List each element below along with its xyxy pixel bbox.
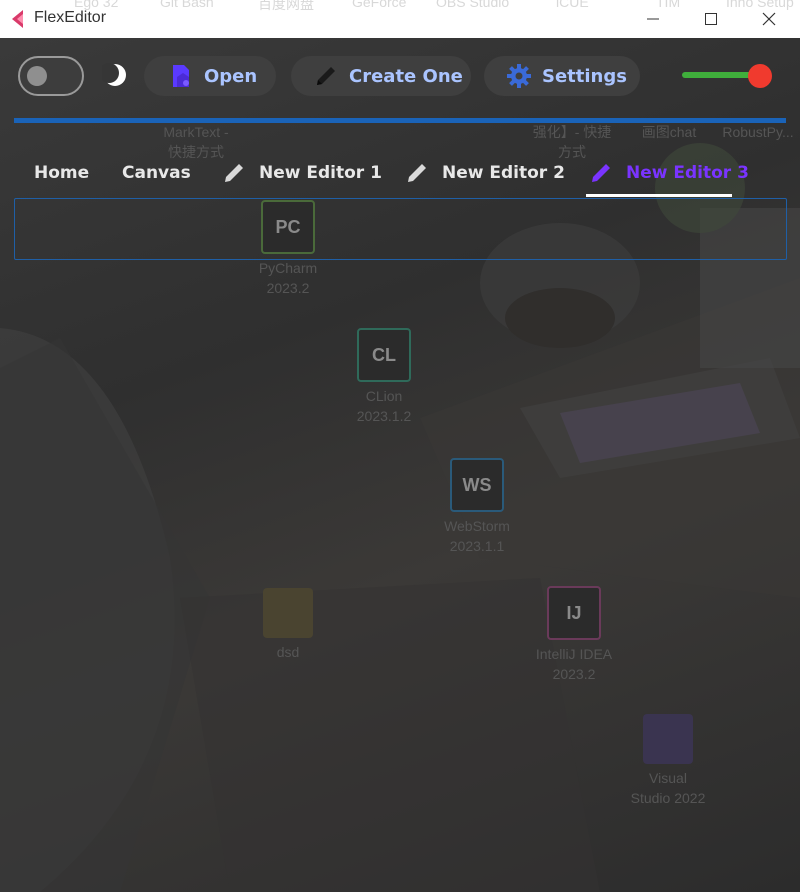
tab-new-editor-2[interactable]: New Editor 2 [404,150,565,196]
settings-button-label: Settings [542,65,627,87]
app-logo-icon [12,10,23,28]
maximize-button[interactable] [688,0,734,38]
desktop-icon: CL CLion 2023.1.2 [344,328,424,426]
create-one-button-label: Create One [349,65,463,87]
desktop-icon-label: PyCharm [258,260,318,276]
pencil-icon [408,164,426,182]
desktop-icon-label: 画图chat [641,124,697,140]
behind-title-text: OBS Studio [436,0,510,10]
desktop-icon-label: Studio 2022 [630,790,706,806]
open-button-label: Open [204,65,258,87]
title-bar: Ego 32 Git Bash 百度网盘 GeForce OBS Studio … [0,0,800,38]
tab-label: Home [34,163,90,183]
minimize-button[interactable] [630,0,676,38]
close-button[interactable] [746,0,792,38]
desktop-icon-label: MarkText - [163,124,229,140]
desktop-icon-label: 2023.2 [266,280,310,296]
desktop-icon-label: IntelliJ IDEA [535,646,613,662]
tab-new-editor-3[interactable]: New Editor 3 [588,150,749,196]
desktop-icon-label: 2023.1.1 [449,538,505,554]
desktop-icon-label: dsd [276,644,300,660]
desktop-icon: 画图chat [626,122,712,142]
desktop-icon: Visual Studio 2022 [618,714,718,808]
behind-title-text: Git Bash [160,0,214,10]
desktop-icon: IJ IntelliJ IDEA 2023.2 [526,586,622,684]
slider-handle[interactable] [748,64,772,88]
desktop-icon: WS WebStorm 2023.1.1 [434,458,520,556]
slider-track[interactable] [682,72,752,78]
tab-label: New Editor 1 [259,163,382,183]
open-button[interactable]: Open [144,56,276,96]
maximize-icon [705,13,717,25]
tab-label: New Editor 2 [442,163,565,183]
desktop-icon-label: 2023.2 [552,666,596,682]
behind-title-text: iCUE [556,0,589,10]
desktop-icon-label: RobustPy... [722,124,794,140]
desktop-icon: RobustPy... [716,122,800,142]
minimize-icon [647,18,659,20]
main-window: PC PyCharm 2023.2 CL CLion 2023.1.2 WS W… [0,38,800,892]
behind-title-text: 百度网盘 [258,0,314,12]
tab-home[interactable]: Home [34,150,89,196]
desktop-icon-label: WebStorm [444,518,510,534]
editor-tabs: Home Canvas New Editor 1 New Editor 2 Ne… [0,150,800,198]
pencil-icon [592,164,610,182]
accent-divider [14,118,786,123]
visual-studio-icon [643,714,693,764]
toggle-knob [27,66,47,86]
app-title: FlexEditor [34,9,107,26]
folder-icon [263,588,313,638]
tab-new-editor-1[interactable]: New Editor 1 [221,150,382,196]
theme-toggle[interactable] [18,56,84,96]
desktop-icon-label: Visual [649,770,687,786]
desktop-icon-label: 强化】- 快捷 [532,124,612,140]
moon-icon[interactable] [102,62,128,88]
tab-label: New Editor 3 [626,163,749,183]
editor-area[interactable] [14,198,787,260]
webstorm-icon: WS [450,458,504,512]
desktop-icon-label: 2023.1.2 [356,408,412,424]
open-file-icon [173,65,189,87]
clion-icon: CL [357,328,411,382]
create-one-button[interactable]: Create One [291,56,471,96]
gear-icon [507,64,531,88]
intellij-icon: IJ [547,586,601,640]
close-icon [762,12,776,26]
active-tab-indicator [586,194,732,197]
pencil-icon [317,67,335,85]
tab-label: Canvas [122,163,191,183]
desktop-icon-label: CLion [365,388,403,404]
tab-canvas[interactable]: Canvas [122,150,191,196]
desktop-icon: dsd [250,588,326,662]
pencil-icon [225,164,243,182]
settings-button[interactable]: Settings [484,56,640,96]
behind-title-text: GeForce [352,0,407,10]
